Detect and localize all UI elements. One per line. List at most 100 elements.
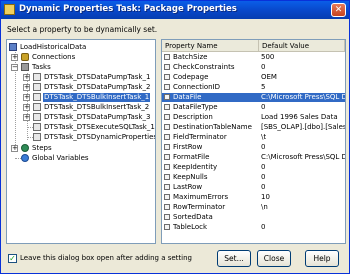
property-icon — [164, 214, 170, 220]
package-tree[interactable]: LoadHistoricalData + Connections − Tasks… — [6, 39, 156, 244]
collapse-icon[interactable]: − — [11, 64, 18, 71]
window-title: Dynamic Properties Task: Package Propert… — [19, 4, 237, 14]
property-value: \n — [261, 203, 268, 211]
column-header-default-value[interactable]: Default Value — [259, 40, 345, 52]
bulk-insert-task-icon — [33, 93, 41, 101]
table-row[interactable]: FieldTerminator \t — [162, 133, 345, 142]
property-name: TableLock — [173, 223, 208, 231]
close-button[interactable]: Close — [257, 250, 291, 267]
table-row[interactable]: KeepNulls 0 — [162, 173, 345, 182]
dynamic-properties-task-icon — [33, 133, 41, 141]
property-value: 500 — [261, 53, 275, 61]
sql-task-icon — [33, 123, 41, 131]
tree-node-label: Global Variables — [32, 154, 89, 162]
property-value: Load 1996 Sales Data — [261, 113, 338, 121]
tree-node-label: DTSTask_DTSDataPumpTask_2 — [44, 83, 151, 91]
expand-icon[interactable]: + — [23, 114, 30, 121]
tree-node-label: DTSTask_DTSDynamicPropertiesTask_1 — [44, 133, 155, 141]
table-row[interactable]: Description Load 1996 Sales Data — [162, 113, 345, 122]
close-window-button[interactable]: ✕ — [331, 3, 346, 17]
property-value: C:\Microsoft Press\SQL DT... — [261, 93, 345, 101]
tree-node-label: DTSTask_DTSBulkInsertTask_2 — [44, 103, 150, 111]
property-name: BatchSize — [173, 53, 208, 61]
table-row[interactable]: FirstRow 0 — [162, 143, 345, 152]
property-icon — [164, 154, 170, 160]
property-name: FormatFile — [173, 153, 210, 161]
property-value: 0 — [261, 163, 266, 171]
tree-node-label: Tasks — [32, 63, 51, 71]
table-row[interactable]: CheckConstraints 0 — [162, 63, 345, 72]
tree-node-label: Connections — [32, 53, 76, 61]
table-row[interactable]: ConnectionID 5 — [162, 83, 345, 92]
expand-icon[interactable]: + — [11, 54, 18, 61]
title-bar: Dynamic Properties Task: Package Propert… — [1, 1, 349, 19]
table-row[interactable]: SortedData — [162, 213, 345, 222]
property-icon — [164, 94, 170, 100]
expand-icon[interactable]: + — [23, 104, 30, 111]
property-icon — [164, 204, 170, 210]
table-row[interactable]: RowTerminator \n — [162, 203, 345, 212]
leave-open-label: Leave this dialog box open after adding … — [20, 254, 192, 262]
globe-icon — [21, 154, 29, 162]
property-icon — [164, 144, 170, 150]
table-row[interactable]: TableLock 0 — [162, 223, 345, 232]
property-icon — [164, 54, 170, 60]
property-icon — [164, 84, 170, 90]
package-icon — [4, 4, 15, 15]
set-button[interactable]: Set... — [217, 250, 251, 267]
property-name: KeepNulls — [173, 173, 208, 181]
tree-node-label: DTSTask_DTSDataPumpTask_1 — [44, 73, 151, 81]
expand-icon[interactable]: + — [23, 94, 30, 101]
help-button[interactable]: Help — [305, 250, 339, 267]
property-value: [SBS_OLAP].[dbo].[SalesSt... — [261, 123, 345, 131]
expand-icon[interactable]: + — [11, 145, 18, 152]
bulk-insert-task-icon — [33, 103, 41, 111]
table-row[interactable]: DataFileType 0 — [162, 103, 345, 112]
property-icon — [164, 104, 170, 110]
property-value: 0 — [261, 143, 266, 151]
property-name: CheckConstraints — [173, 63, 235, 71]
property-value: \t — [261, 133, 267, 141]
expand-icon[interactable]: + — [23, 74, 30, 81]
table-row[interactable]: DestinationTableName [SBS_OLAP].[dbo].[Sa… — [162, 123, 345, 132]
property-icon — [164, 194, 170, 200]
column-header-property-name[interactable]: Property Name — [162, 40, 259, 52]
property-grid[interactable]: Property Name Default Value BatchSize 500… — [161, 39, 346, 244]
table-row[interactable]: BatchSize 500 — [162, 53, 345, 62]
property-name: SortedData — [173, 213, 213, 221]
property-icon — [164, 64, 170, 70]
property-icon — [164, 134, 170, 140]
package-icon — [9, 43, 17, 51]
property-name: DataFile — [173, 93, 202, 101]
table-row[interactable]: KeepIdentity 0 — [162, 163, 345, 172]
expand-icon[interactable]: + — [23, 84, 30, 91]
task-icon — [33, 113, 41, 121]
property-value: 5 — [261, 83, 266, 91]
instruction-text: Select a property to be dynamically set. — [7, 25, 158, 34]
property-icon — [164, 114, 170, 120]
table-row[interactable]: FormatFile C:\Microsoft Press\SQL DT... — [162, 153, 345, 162]
property-name: ConnectionID — [173, 83, 221, 91]
property-name: KeepIdentity — [173, 163, 218, 171]
property-icon — [164, 224, 170, 230]
table-row-selected[interactable]: DataFile C:\Microsoft Press\SQL DT... — [162, 93, 345, 102]
property-name: RowTerminator — [173, 203, 226, 211]
table-row[interactable]: MaximumErrors 10 — [162, 193, 345, 202]
steps-icon — [21, 144, 29, 152]
property-name: DestinationTableName — [173, 123, 252, 131]
task-icon — [33, 73, 41, 81]
property-icon — [164, 174, 170, 180]
table-row[interactable]: Codepage OEM — [162, 73, 345, 82]
leave-open-checkbox[interactable]: ✓ — [8, 254, 17, 263]
property-name: Description — [173, 113, 213, 121]
task-icon — [33, 83, 41, 91]
tasks-icon — [21, 63, 29, 71]
property-value: 10 — [261, 193, 270, 201]
tree-node-label: Steps — [32, 144, 52, 152]
property-name: DataFileType — [173, 103, 218, 111]
tree-node-label: DTSTask_DTSDataPumpTask_3 — [44, 113, 151, 121]
property-icon — [164, 164, 170, 170]
tree-node-label: DTSTask_DTSExecuteSQLTask_1 — [44, 123, 155, 131]
table-row[interactable]: LastRow 0 — [162, 183, 345, 192]
tree-node-label: LoadHistoricalData — [20, 43, 87, 51]
